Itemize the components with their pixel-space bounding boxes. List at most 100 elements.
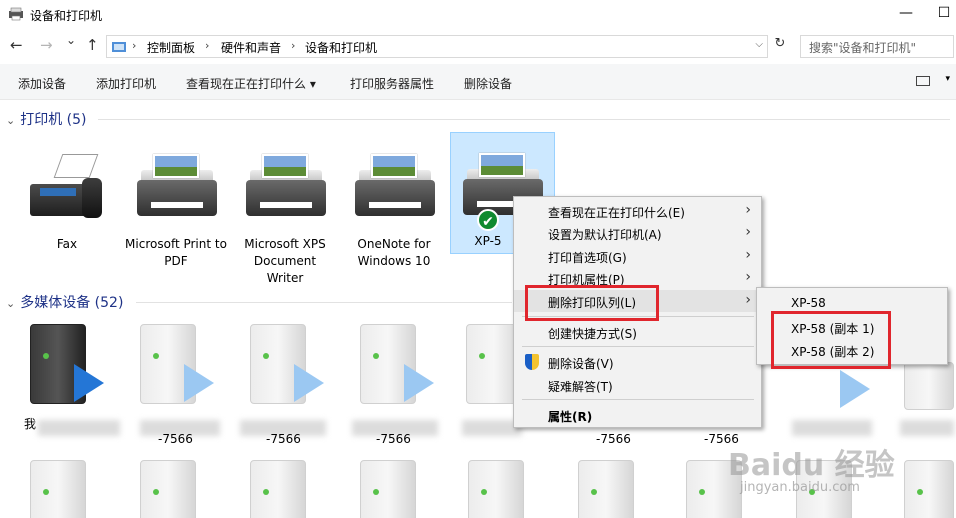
collapse-chevron-icon[interactable]: ⌄ bbox=[6, 297, 15, 310]
multimedia-group-label: 多媒体设备 (52) bbox=[20, 295, 124, 311]
printer-slot bbox=[260, 202, 312, 208]
menu-separator bbox=[522, 346, 754, 347]
printer-paper bbox=[153, 154, 199, 178]
collapse-chevron-icon[interactable]: ⌄ bbox=[6, 114, 15, 127]
breadcrumb-separator: › bbox=[132, 39, 137, 52]
menu-item-troubleshoot[interactable]: 疑难解答(T) bbox=[514, 374, 761, 396]
print-server-properties-button[interactable]: 打印服务器属性 bbox=[350, 75, 434, 92]
device-label: Microsoft Print to PDF bbox=[125, 237, 227, 268]
media-server-icon bbox=[140, 460, 196, 518]
blurred-label bbox=[792, 420, 872, 436]
highlight-box-menu-item bbox=[525, 285, 659, 321]
back-arrow-icon[interactable]: ← bbox=[10, 36, 23, 54]
breadcrumb-devices-printers[interactable]: 设备和打印机 bbox=[305, 39, 377, 56]
title-bar: 设备和打印机 — ☐ bbox=[0, 0, 956, 30]
submenu-arrow-icon: › bbox=[745, 247, 751, 263]
search-placeholder: 搜索"设备和打印机" bbox=[809, 41, 917, 55]
menu-item-remove-device[interactable]: 删除设备(V) bbox=[514, 351, 761, 373]
default-printer-check-icon: ✔ bbox=[477, 209, 499, 231]
printer-paper bbox=[479, 153, 525, 177]
submenu-arrow-icon: › bbox=[745, 202, 751, 218]
group-divider bbox=[98, 119, 950, 120]
remove-device-button[interactable]: 删除设备 bbox=[464, 75, 512, 92]
breadcrumb-separator: › bbox=[205, 39, 210, 52]
change-view-icon[interactable] bbox=[916, 76, 930, 86]
device-label: -7566 bbox=[376, 432, 411, 446]
address-box[interactable]: › 控制面板 › 硬件和声音 › 设备和打印机 ⌵ bbox=[106, 35, 768, 58]
breadcrumb-hardware-sound[interactable]: 硬件和声音 bbox=[221, 39, 281, 56]
play-icon bbox=[294, 364, 324, 402]
maximize-button[interactable]: ☐ bbox=[934, 5, 954, 21]
device-label: -7566 bbox=[596, 432, 631, 446]
command-toolbar: 添加设备 添加打印机 查看现在正在打印什么 ▾ 打印服务器属性 删除设备 ▾ bbox=[0, 64, 956, 100]
search-input[interactable]: 搜索"设备和打印机" bbox=[800, 35, 954, 58]
submenu-arrow-icon: › bbox=[745, 224, 751, 240]
menu-item-see-printing[interactable]: 查看现在正在打印什么(E) › bbox=[514, 200, 761, 222]
forward-arrow-icon[interactable]: → bbox=[40, 36, 53, 54]
breadcrumb-control-panel[interactable]: 控制面板 bbox=[147, 39, 195, 56]
control-panel-icon bbox=[111, 39, 127, 54]
menu-item-set-default[interactable]: 设置为默认打印机(A) › bbox=[514, 222, 761, 244]
add-device-button[interactable]: 添加设备 bbox=[18, 75, 66, 92]
device-ms-print-to-pdf[interactable]: Microsoft Print to PDF bbox=[125, 134, 227, 282]
breadcrumb-separator: › bbox=[291, 39, 296, 52]
media-server-icon bbox=[250, 460, 306, 518]
add-printer-button[interactable]: 添加打印机 bbox=[96, 75, 156, 92]
printer-body bbox=[137, 180, 217, 216]
device-label: -7566 bbox=[158, 432, 193, 446]
view-options-caret-icon[interactable]: ▾ bbox=[945, 74, 950, 84]
printers-group-header[interactable]: ⌄ 打印机 (5) bbox=[6, 109, 87, 129]
menu-item-printing-preferences[interactable]: 打印首选项(G) › bbox=[514, 245, 761, 267]
submenu-arrow-icon: › bbox=[745, 269, 751, 285]
device-onenote[interactable]: OneNote for Windows 10 bbox=[343, 134, 445, 282]
group-divider bbox=[136, 302, 512, 303]
printer-slot bbox=[369, 202, 421, 208]
recent-locations-chevron-icon[interactable]: ⌄ bbox=[66, 33, 76, 47]
watermark-logo: Baidu 经验 bbox=[728, 448, 895, 483]
device-label: OneNote for Windows 10 bbox=[357, 237, 431, 268]
media-server-icon bbox=[468, 460, 524, 518]
refresh-icon[interactable]: ↻ bbox=[770, 36, 790, 56]
menu-item-label: 查看现在正在打印什么(E) bbox=[548, 206, 685, 220]
media-server-icon bbox=[30, 460, 86, 518]
device-label: Fax bbox=[56, 237, 78, 251]
fax-handset bbox=[82, 178, 102, 218]
play-icon bbox=[184, 364, 214, 402]
menu-separator bbox=[522, 399, 754, 400]
play-icon bbox=[74, 364, 104, 402]
baidu-watermark: Baidu 经验 jingyan.baidu.com bbox=[728, 440, 928, 504]
fax-panel bbox=[40, 188, 76, 196]
printers-group-label: 打印机 (5) bbox=[20, 112, 87, 128]
device-fax[interactable]: Fax bbox=[16, 134, 118, 264]
multimedia-group-header[interactable]: ⌄ 多媒体设备 (52) bbox=[6, 292, 123, 312]
menu-item-label: 创建快捷方式(S) bbox=[548, 327, 637, 341]
device-label: 我 bbox=[24, 417, 37, 431]
printer-body bbox=[246, 180, 326, 216]
menu-item-label: 打印首选项(G) bbox=[548, 251, 627, 265]
submenu-item-xp58[interactable]: XP-58 bbox=[791, 296, 826, 310]
menu-item-label: 删除设备(V) bbox=[548, 357, 614, 371]
see-whats-printing-button[interactable]: 查看现在正在打印什么 ▾ bbox=[186, 75, 316, 92]
blurred-label bbox=[900, 420, 954, 436]
media-server-icon bbox=[904, 362, 954, 410]
device-label: Microsoft XPS Document Writer bbox=[244, 237, 326, 285]
watermark-url: jingyan.baidu.com bbox=[740, 480, 860, 495]
menu-item-label: 属性(R) bbox=[548, 410, 593, 424]
address-bar: ← → ⌄ ↑ › 控制面板 › 硬件和声音 › 设备和打印机 ⌵ ↻ 搜索"设… bbox=[0, 32, 956, 60]
address-dropdown-icon[interactable]: ⌵ bbox=[755, 39, 763, 50]
menu-item-create-shortcut[interactable]: 创建快捷方式(S) bbox=[514, 321, 761, 343]
play-icon bbox=[404, 364, 434, 402]
printer-slot bbox=[151, 202, 203, 208]
up-arrow-icon[interactable]: ↑ bbox=[86, 36, 99, 54]
device-ms-xps-writer[interactable]: Microsoft XPS Document Writer bbox=[234, 134, 336, 285]
devices-printers-icon bbox=[8, 7, 24, 21]
play-icon bbox=[840, 370, 870, 408]
media-server-icon bbox=[360, 460, 416, 518]
device-label: -7566 bbox=[266, 432, 301, 446]
window-title: 设备和打印机 bbox=[30, 9, 103, 23]
printer-paper bbox=[371, 154, 417, 178]
printer-body bbox=[355, 180, 435, 216]
menu-item-properties[interactable]: 属性(R) bbox=[514, 404, 761, 426]
submenu-arrow-icon: › bbox=[745, 292, 751, 308]
minimize-button[interactable]: — bbox=[896, 5, 916, 21]
